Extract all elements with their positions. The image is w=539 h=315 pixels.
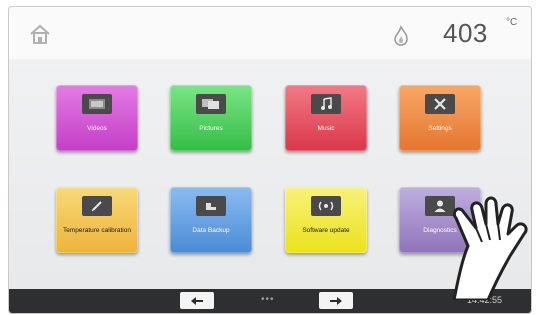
next-page-button[interactable] [319,292,353,309]
temperature-unit: °C [506,17,518,28]
tile-temperature-calibration[interactable]: Temperature calibration [56,187,138,253]
header-bar: 403 °C [9,7,531,60]
page-indicator: ••• [261,294,275,305]
home-icon[interactable] [27,21,53,47]
tile-videos[interactable]: Videos [56,85,138,151]
images-icon [196,94,226,114]
tile-settings-label: Settings [428,125,452,132]
tile-music-label: Music [317,125,335,132]
flame-icon [392,25,410,47]
music-icon [311,94,341,114]
tile-data-backup-label: Data Backup [192,227,230,234]
tile-software-update[interactable]: Software update [285,187,367,253]
arrow-left-icon [191,296,203,305]
tools-icon [425,94,455,114]
furnace-temperature: 403 [443,18,488,48]
pointing-hand-icon [448,190,539,302]
tile-temperature-calibration-label: Temperature calibration [63,227,131,234]
tile-settings[interactable]: Settings [399,85,481,151]
tile-pictures[interactable]: Pictures [170,85,252,151]
tile-music[interactable]: Music [285,85,367,151]
arrow-right-icon [330,296,342,305]
tile-software-update-label: Software update [302,227,350,234]
update-icon [311,196,341,216]
tile-videos-label: Videos [87,125,107,132]
film-icon [82,94,112,114]
pen-icon [82,196,112,216]
previous-page-button[interactable] [180,292,214,309]
tile-data-backup[interactable]: Data Backup [170,187,252,253]
backup-icon [196,196,226,216]
tile-pictures-label: Pictures [199,125,223,132]
